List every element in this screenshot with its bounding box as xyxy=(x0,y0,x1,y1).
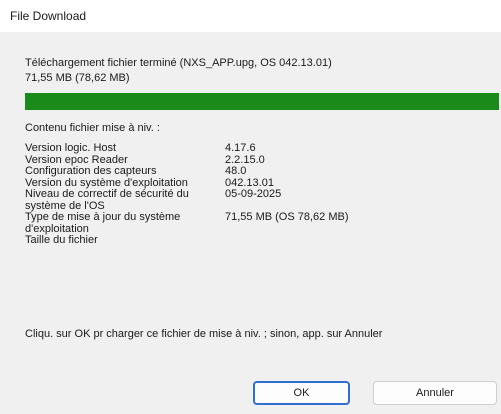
info-row: Version logic. Host 4.17.6 xyxy=(25,142,349,155)
cancel-button[interactable]: Annuler xyxy=(373,381,497,405)
title-bar[interactable]: File Download xyxy=(0,0,501,32)
info-label: Taille du fichier xyxy=(25,234,98,246)
download-size-text: 71,55 MB (78,62 MB) xyxy=(25,72,130,84)
download-progress-fill xyxy=(25,93,499,110)
download-message: Téléchargement fichier terminé (NXS_APP.… xyxy=(25,56,332,86)
info-row: Type de mise à jour du système d'exploit… xyxy=(25,211,349,235)
info-label: Type de mise à jour du système d'exploit… xyxy=(25,211,181,235)
info-value: 4.17.6 xyxy=(225,142,256,154)
file-download-dialog: File Download Téléchargement fichier ter… xyxy=(0,0,501,414)
info-row: Taille du fichier xyxy=(25,234,349,247)
ok-button[interactable]: OK xyxy=(253,381,350,405)
info-label: Version logic. Host xyxy=(25,142,117,154)
info-value: 48.0 xyxy=(225,165,247,177)
info-row: Niveau de correctif de sécurité du systè… xyxy=(25,188,349,212)
download-status-text: Téléchargement fichier terminé (NXS_APP.… xyxy=(25,57,332,69)
info-row: Configuration des capteurs 48.0 xyxy=(25,165,349,178)
info-value: 71,55 MB (OS 78,62 MB) xyxy=(225,211,349,223)
instruction-text: Cliqu. sur OK pr charger ce fichier de m… xyxy=(25,328,383,340)
file-contents-table: Version logic. Host 4.17.6 Version epoc Re… xyxy=(25,142,349,247)
window-title: File Download xyxy=(10,9,87,23)
info-label: Configuration des capteurs xyxy=(25,165,157,177)
download-progress-bar xyxy=(25,93,499,110)
info-value xyxy=(225,235,349,247)
info-label: Niveau de correctif de sécurité du systè… xyxy=(25,188,189,212)
info-value: 05-09-2025 xyxy=(225,188,282,200)
contents-heading: Contenu fichier mise à niv. : xyxy=(25,122,160,134)
